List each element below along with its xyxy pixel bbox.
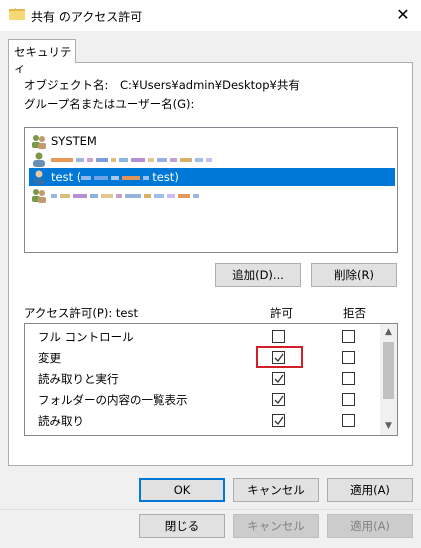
outer-cancel-button: キャンセル [233, 514, 319, 538]
close-icon[interactable]: ✕ [391, 4, 415, 26]
title-bar: 共有 のアクセス許可 ✕ [0, 0, 421, 31]
user-item-redacted[interactable] [29, 186, 395, 204]
folder-icon [9, 7, 25, 20]
permission-row-modify: 変更 [25, 347, 381, 368]
checkmark-icon [274, 416, 284, 426]
permission-name: フル コントロール [38, 330, 134, 344]
object-name-label: オブジェクト名: [24, 78, 109, 92]
group-users-icon [31, 187, 47, 203]
deny-checkbox[interactable] [342, 351, 355, 364]
group-users-icon [31, 133, 47, 149]
group-user-label: グループ名またはユーザー名(G): [24, 97, 195, 111]
permission-name: 変更 [38, 351, 61, 365]
allow-checkbox[interactable] [272, 393, 285, 406]
allow-checkbox[interactable] [272, 372, 285, 385]
ok-button[interactable]: OK [139, 478, 225, 502]
close-button[interactable]: 閉じる [139, 514, 225, 538]
outer-apply-button: 適用(A) [327, 514, 413, 538]
user-list[interactable]: SYSTEM test (test) [24, 127, 398, 253]
object-name-value: C:¥Users¥admin¥Desktop¥共有 [120, 78, 300, 92]
checkmark-icon [274, 374, 284, 384]
user-icon [31, 169, 47, 185]
permissions-list[interactable]: フル コントロール 変更 読み取りと実行 フォルダーの内容の一覧表示 読み取り … [24, 323, 398, 436]
vertical-scrollbar[interactable]: ▲ ▼ [380, 324, 397, 435]
user-name: test (test) [51, 170, 179, 184]
annotation-highlight-box [256, 346, 303, 368]
permission-name: 読み取りと実行 [38, 372, 119, 386]
user-item-test-selected[interactable]: test (test) [29, 168, 395, 186]
permission-row-read: 読み取り [25, 410, 381, 431]
permissions-label: アクセス許可(P): test [24, 306, 138, 320]
allow-checkbox[interactable] [272, 414, 285, 427]
deny-checkbox[interactable] [342, 372, 355, 385]
deny-checkbox[interactable] [342, 414, 355, 427]
user-item-system[interactable]: SYSTEM [29, 132, 395, 150]
deny-checkbox[interactable] [342, 393, 355, 406]
cancel-button[interactable]: キャンセル [233, 478, 319, 502]
window-title: 共有 のアクセス許可 [31, 10, 143, 24]
permission-name: フォルダーの内容の一覧表示 [38, 393, 188, 407]
remove-button[interactable]: 削除(R) [311, 263, 397, 287]
user-icon [31, 151, 47, 167]
add-button[interactable]: 追加(D)... [215, 263, 301, 287]
deny-checkbox[interactable] [342, 330, 355, 343]
redacted-user-name [51, 186, 202, 204]
apply-button[interactable]: 適用(A) [327, 478, 413, 502]
permission-name: 読み取り [38, 414, 84, 428]
permission-row-full-control: フル コントロール [25, 326, 381, 347]
user-name: SYSTEM [51, 134, 97, 148]
user-item-redacted[interactable] [29, 150, 395, 168]
tab-security[interactable]: セキュリティ [8, 39, 76, 75]
allow-column-header: 許可 [270, 306, 293, 320]
permission-row-read-execute: 読み取りと実行 [25, 368, 381, 389]
scroll-down-icon[interactable]: ▼ [380, 418, 397, 435]
allow-checkbox[interactable] [272, 330, 285, 343]
scroll-thumb[interactable] [383, 342, 394, 399]
scroll-up-icon[interactable]: ▲ [380, 324, 397, 341]
permission-row-list-folder: フォルダーの内容の一覧表示 [25, 389, 381, 410]
redacted-user-name [51, 150, 215, 168]
checkmark-icon [274, 395, 284, 405]
deny-column-header: 拒否 [343, 306, 366, 320]
